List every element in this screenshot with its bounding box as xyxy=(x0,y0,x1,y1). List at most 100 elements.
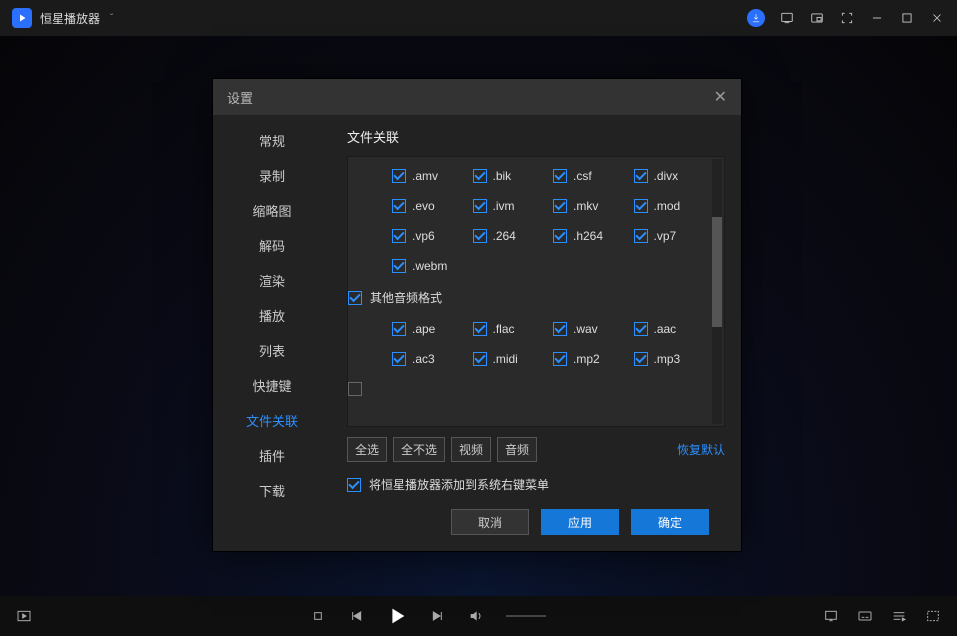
section-heading: 文件关联 xyxy=(347,127,725,146)
ext-label: .evo xyxy=(412,199,435,213)
video-ext-item: .mod xyxy=(634,199,715,213)
next-group-partial xyxy=(348,382,714,396)
audio-ext-item: .ape xyxy=(392,322,473,336)
sidebar-item-render[interactable]: 渲染 xyxy=(213,263,331,298)
checkbox-wav[interactable] xyxy=(553,322,567,336)
audio-filter-button[interactable]: 音频 xyxy=(497,437,537,462)
ext-label: .amv xyxy=(412,169,438,183)
checkbox-bik[interactable] xyxy=(473,169,487,183)
previous-icon[interactable] xyxy=(348,608,364,624)
checkbox-mp3[interactable] xyxy=(634,352,648,366)
sidebar-item-general[interactable]: 常规 xyxy=(213,123,331,158)
app-title[interactable]: 恒星播放器 xyxy=(40,10,100,27)
audio-ext-item: .midi xyxy=(473,352,554,366)
title-bar-left: 恒星播放器 ˇ xyxy=(12,8,113,28)
scrollbar-thumb[interactable] xyxy=(712,217,722,327)
sidebar-item-decode[interactable]: 解码 xyxy=(213,228,331,263)
open-file-icon[interactable] xyxy=(16,608,32,624)
app-logo-icon xyxy=(12,8,32,28)
ext-label: .divx xyxy=(654,169,679,183)
checkbox-mkv[interactable] xyxy=(553,199,567,213)
checkbox-context-menu[interactable] xyxy=(347,478,361,492)
checkbox-h264[interactable] xyxy=(553,229,567,243)
audio-ext-item: .wav xyxy=(553,322,634,336)
checkbox-ape[interactable] xyxy=(392,322,406,336)
play-icon[interactable] xyxy=(386,605,408,627)
cancel-button[interactable]: 取消 xyxy=(451,509,529,535)
checkbox-264[interactable] xyxy=(473,229,487,243)
chevron-down-icon[interactable]: ˇ xyxy=(110,13,113,24)
video-ext-item: .h264 xyxy=(553,229,634,243)
video-ext-item: .ivm xyxy=(473,199,554,213)
audio-group-label: 其他音频格式 xyxy=(370,289,442,306)
video-ext-item: .mkv xyxy=(553,199,634,213)
stop-icon[interactable] xyxy=(310,608,326,624)
checkbox-divx[interactable] xyxy=(634,169,648,183)
ext-label: .264 xyxy=(493,229,516,243)
checkbox-webm[interactable] xyxy=(392,259,406,273)
ext-label: .mod xyxy=(654,199,681,213)
video-ext-item: .vp6 xyxy=(392,229,473,243)
sidebar-item-plugin[interactable]: 插件 xyxy=(213,438,331,473)
checkbox-csf[interactable] xyxy=(553,169,567,183)
sidebar-item-playback[interactable]: 播放 xyxy=(213,298,331,333)
checkbox-aac[interactable] xyxy=(634,322,648,336)
video-ext-item: .evo xyxy=(392,199,473,213)
ext-label: .webm xyxy=(412,259,447,273)
restore-default-link[interactable]: 恢复默认 xyxy=(677,441,725,458)
checkbox-ac3[interactable] xyxy=(392,352,406,366)
dialog-footer: 取消 应用 确定 xyxy=(347,493,725,551)
ext-label: .ac3 xyxy=(412,352,435,366)
apply-button[interactable]: 应用 xyxy=(541,509,619,535)
control-bar xyxy=(0,596,957,636)
playlist-icon[interactable] xyxy=(891,608,907,624)
checkbox-evo[interactable] xyxy=(392,199,406,213)
ok-button[interactable]: 确定 xyxy=(631,509,709,535)
checkbox-audio-group[interactable] xyxy=(348,291,362,305)
sidebar-item-list[interactable]: 列表 xyxy=(213,333,331,368)
checkbox-midi[interactable] xyxy=(473,352,487,366)
assoc-action-row: 全选 全不选 视频 音频 恢复默认 xyxy=(347,437,725,462)
title-bar: 恒星播放器 ˇ xyxy=(0,0,957,36)
checkbox-ivm[interactable] xyxy=(473,199,487,213)
select-all-button[interactable]: 全选 xyxy=(347,437,387,462)
sidebar-item-hotkey[interactable]: 快捷键 xyxy=(213,368,331,403)
checkbox-mp2[interactable] xyxy=(553,352,567,366)
volume-icon[interactable] xyxy=(468,608,484,624)
ext-label: .mp2 xyxy=(573,352,600,366)
sidebar-item-file-assoc[interactable]: 文件关联 xyxy=(213,403,331,438)
checkbox-amv[interactable] xyxy=(392,169,406,183)
checkbox-mod[interactable] xyxy=(634,199,648,213)
feedback-icon[interactable] xyxy=(779,10,795,26)
dialog-close-icon[interactable]: ✕ xyxy=(714,87,727,107)
settings-dialog: 设置 ✕ 常规 录制 缩略图 解码 渲染 播放 列表 快捷键 文件关联 插件 下… xyxy=(212,78,742,552)
cast-icon[interactable] xyxy=(823,608,839,624)
volume-slider[interactable] xyxy=(506,615,546,617)
ext-label: .ivm xyxy=(493,199,515,213)
dialog-header: 设置 ✕ xyxy=(213,79,741,115)
fullscreen-icon[interactable] xyxy=(925,608,941,624)
settings-content: 文件关联 .amv.bik.csf.divx.evo.ivm.mkv.mod.v… xyxy=(331,115,741,551)
audio-ext-item: .mp3 xyxy=(634,352,715,366)
video-ext-item: .vp7 xyxy=(634,229,715,243)
video-filter-button[interactable]: 视频 xyxy=(451,437,491,462)
download-badge-icon[interactable] xyxy=(747,9,765,27)
checkbox-partial[interactable] xyxy=(348,382,362,396)
subtitle-icon[interactable] xyxy=(857,608,873,624)
ext-label: .flac xyxy=(493,322,515,336)
next-icon[interactable] xyxy=(430,608,446,624)
sidebar-item-thumbnail[interactable]: 缩略图 xyxy=(213,193,331,228)
pip-icon[interactable] xyxy=(809,10,825,26)
close-icon[interactable] xyxy=(929,10,945,26)
sidebar-item-record[interactable]: 录制 xyxy=(213,158,331,193)
audio-group-header: 其他音频格式 xyxy=(348,289,714,306)
select-none-button[interactable]: 全不选 xyxy=(393,437,445,462)
checkbox-vp7[interactable] xyxy=(634,229,648,243)
sidebar-item-download[interactable]: 下载 xyxy=(213,473,331,508)
minimize-icon[interactable] xyxy=(869,10,885,26)
mini-mode-icon[interactable] xyxy=(839,10,855,26)
checkbox-flac[interactable] xyxy=(473,322,487,336)
ext-label: .aac xyxy=(654,322,677,336)
maximize-icon[interactable] xyxy=(899,10,915,26)
checkbox-vp6[interactable] xyxy=(392,229,406,243)
